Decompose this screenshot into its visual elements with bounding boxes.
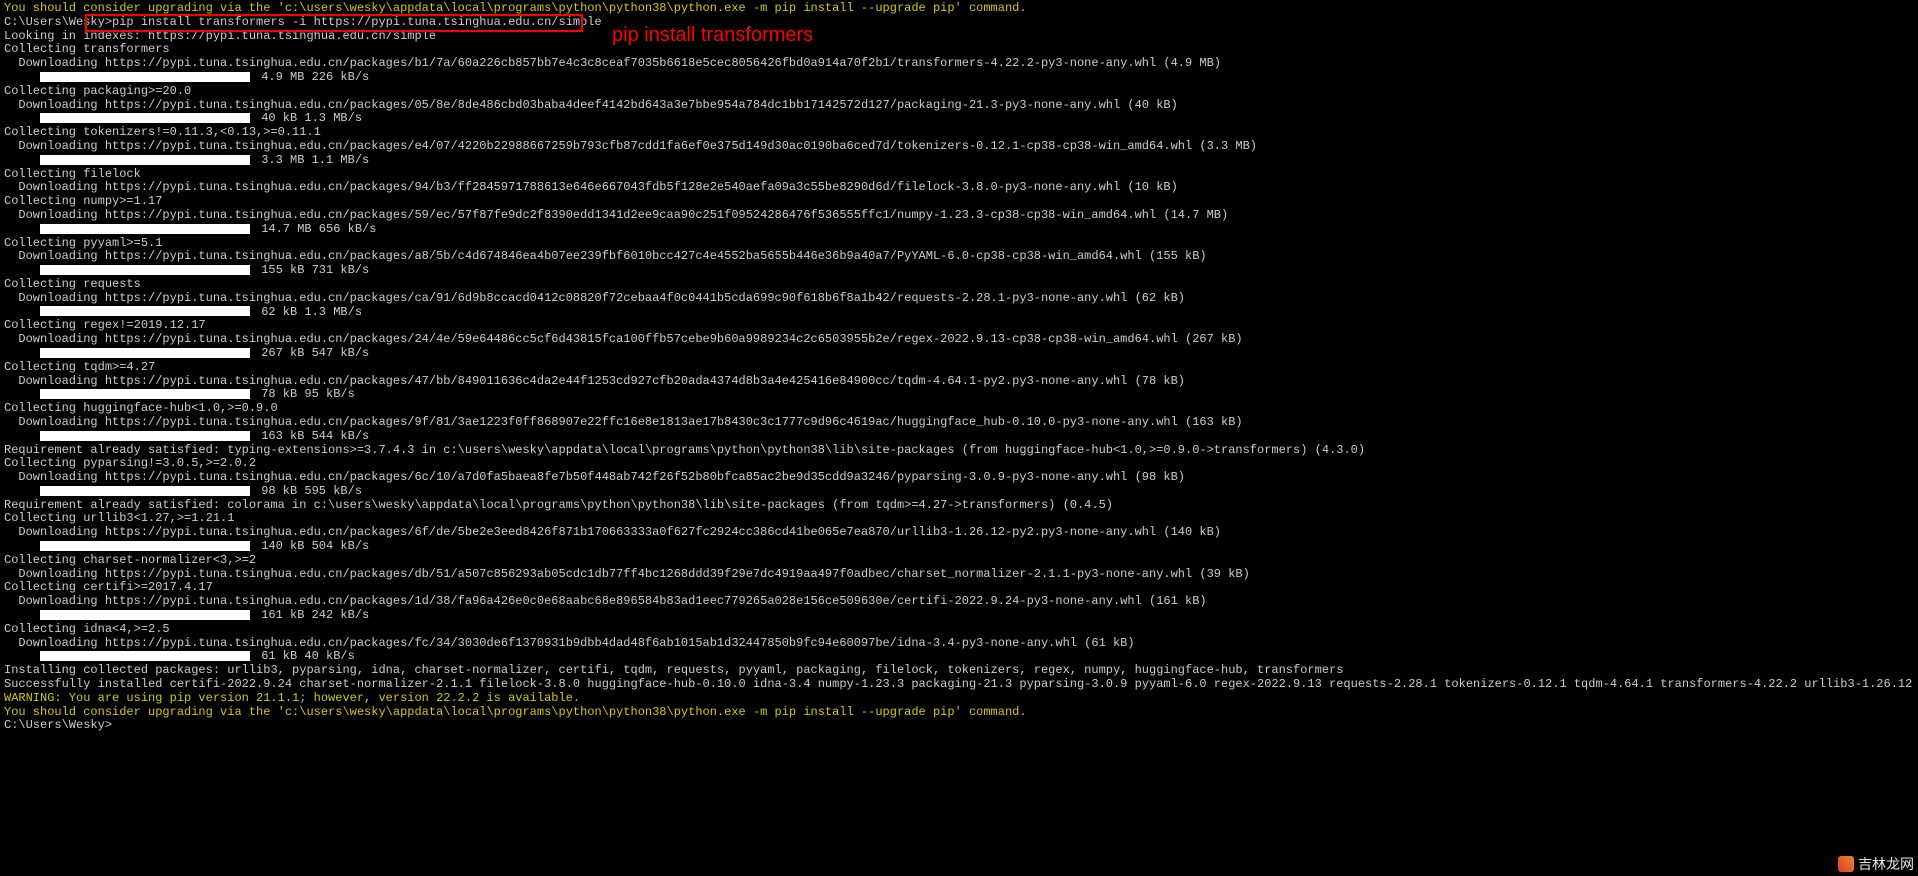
- collecting-line: Collecting idna<4,>=2.5: [4, 623, 1914, 637]
- downloading-line: Downloading https://pypi.tuna.tsinghua.e…: [4, 209, 1914, 223]
- progress-bar-line: 98 kB 595 kB/s: [4, 485, 1914, 499]
- progress-bar: [40, 155, 250, 165]
- downloading-line: Downloading https://pypi.tuna.tsinghua.e…: [4, 568, 1914, 582]
- progress-stats: 267 kB 547 kB/s: [254, 346, 369, 360]
- progress-bar: [40, 72, 250, 82]
- progress-stats: 163 kB 544 kB/s: [254, 429, 369, 443]
- requirement-satisfied: Requirement already satisfied: colorama …: [4, 499, 1914, 513]
- progress-bar-line: 14.7 MB 656 kB/s: [4, 223, 1914, 237]
- collecting-line: Collecting pyyaml>=5.1: [4, 237, 1914, 251]
- collecting-line: Collecting charset-normalizer<3,>=2: [4, 554, 1914, 568]
- progress-bar-line: 267 kB 547 kB/s: [4, 347, 1914, 361]
- downloading-line: Downloading https://pypi.tuna.tsinghua.e…: [4, 471, 1914, 485]
- progress-stats: 14.7 MB 656 kB/s: [254, 222, 376, 236]
- progress-stats: 155 kB 731 kB/s: [254, 263, 369, 277]
- warning-line: You should consider upgrading via the 'c…: [4, 706, 1914, 720]
- progress-bar: [40, 389, 250, 399]
- progress-bar-line: 40 kB 1.3 MB/s: [4, 112, 1914, 126]
- collecting-line: Collecting numpy>=1.17: [4, 195, 1914, 209]
- downloading-line: Downloading https://pypi.tuna.tsinghua.e…: [4, 140, 1914, 154]
- collecting-line: Collecting filelock: [4, 168, 1914, 182]
- progress-bar-line: 62 kB 1.3 MB/s: [4, 306, 1914, 320]
- progress-bar: [40, 265, 250, 275]
- watermark: 吉林龙网: [1838, 856, 1914, 872]
- progress-stats: 78 kB 95 kB/s: [254, 387, 355, 401]
- collecting-line: Collecting transformers: [4, 43, 1914, 57]
- progress-bar: [40, 486, 250, 496]
- progress-stats: 161 kB 242 kB/s: [254, 608, 369, 622]
- collecting-line: Collecting tqdm>=4.27: [4, 361, 1914, 375]
- terminal-output[interactable]: You should consider upgrading via the 'c…: [0, 0, 1918, 735]
- progress-bar-line: 78 kB 95 kB/s: [4, 388, 1914, 402]
- downloading-line: Downloading https://pypi.tuna.tsinghua.e…: [4, 595, 1914, 609]
- progress-stats: 4.9 MB 226 kB/s: [254, 70, 369, 84]
- progress-bar: [40, 306, 250, 316]
- progress-bar-line: 4.9 MB 226 kB/s: [4, 71, 1914, 85]
- downloading-line: Downloading https://pypi.tuna.tsinghua.e…: [4, 526, 1914, 540]
- progress-bar-line: 155 kB 731 kB/s: [4, 264, 1914, 278]
- progress-bar: [40, 651, 250, 661]
- downloading-line: Downloading https://pypi.tuna.tsinghua.e…: [4, 637, 1914, 651]
- progress-bar-line: 3.3 MB 1.1 MB/s: [4, 154, 1914, 168]
- progress-bar: [40, 610, 250, 620]
- collecting-line: Collecting urllib3<1.27,>=1.21.1: [4, 512, 1914, 526]
- downloading-line: Downloading https://pypi.tuna.tsinghua.e…: [4, 375, 1914, 389]
- progress-stats: 40 kB 1.3 MB/s: [254, 111, 362, 125]
- progress-stats: 98 kB 595 kB/s: [254, 484, 362, 498]
- progress-stats: 61 kB 40 kB/s: [254, 649, 355, 663]
- progress-bar-line: 161 kB 242 kB/s: [4, 609, 1914, 623]
- collecting-line: Collecting certifi>=2017.4.17: [4, 581, 1914, 595]
- watermark-logo-icon: [1838, 856, 1854, 872]
- prompt-line: C:\Users\Wesky>: [4, 719, 1914, 733]
- looking-in-indexes: Looking in indexes: https://pypi.tuna.ts…: [4, 30, 1914, 44]
- collecting-line: Collecting tokenizers!=0.11.3,<0.13,>=0.…: [4, 126, 1914, 140]
- downloading-line: Downloading https://pypi.tuna.tsinghua.e…: [4, 333, 1914, 347]
- progress-bar: [40, 348, 250, 358]
- watermark-text: 吉林龙网: [1858, 856, 1914, 872]
- collecting-line: Collecting pyparsing!=3.0.5,>=2.0.2: [4, 457, 1914, 471]
- progress-stats: 3.3 MB 1.1 MB/s: [254, 153, 369, 167]
- downloading-line: Downloading https://pypi.tuna.tsinghua.e…: [4, 181, 1914, 195]
- progress-bar: [40, 431, 250, 441]
- progress-bar: [40, 541, 250, 551]
- progress-bar-line: 61 kB 40 kB/s: [4, 650, 1914, 664]
- progress-stats: 62 kB 1.3 MB/s: [254, 305, 362, 319]
- progress-bar-line: 163 kB 544 kB/s: [4, 430, 1914, 444]
- downloading-line: Downloading https://pypi.tuna.tsinghua.e…: [4, 99, 1914, 113]
- warning-line: WARNING: You are using pip version 21.1.…: [4, 692, 1914, 706]
- downloading-line: Downloading https://pypi.tuna.tsinghua.e…: [4, 292, 1914, 306]
- pip-upgrade-hint: You should consider upgrading via the 'c…: [4, 2, 1914, 16]
- downloading-line: Downloading https://pypi.tuna.tsinghua.e…: [4, 416, 1914, 430]
- collecting-line: Collecting regex!=2019.12.17: [4, 319, 1914, 333]
- collecting-line: Collecting huggingface-hub<1.0,>=0.9.0: [4, 402, 1914, 416]
- requirement-satisfied: Requirement already satisfied: typing-ex…: [4, 444, 1914, 458]
- installing-line: Installing collected packages: urllib3, …: [4, 664, 1914, 678]
- downloading-line: Downloading https://pypi.tuna.tsinghua.e…: [4, 57, 1914, 71]
- downloading-line: Downloading https://pypi.tuna.tsinghua.e…: [4, 250, 1914, 264]
- progress-bar: [40, 224, 250, 234]
- progress-stats: 140 kB 504 kB/s: [254, 539, 369, 553]
- progress-bar-line: 140 kB 504 kB/s: [4, 540, 1914, 554]
- prompt-line: C:\Users\Wesky>pip install transformers …: [4, 16, 1914, 30]
- collecting-line: Collecting packaging>=20.0: [4, 85, 1914, 99]
- progress-bar: [40, 113, 250, 123]
- success-line: Successfully installed certifi-2022.9.24…: [4, 678, 1914, 692]
- collecting-line: Collecting requests: [4, 278, 1914, 292]
